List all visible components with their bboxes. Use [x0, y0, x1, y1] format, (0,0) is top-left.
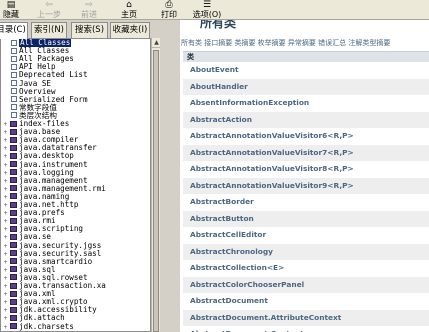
book-icon — [10, 128, 17, 135]
book-icon — [10, 225, 17, 232]
tab-favorites[interactable]: 收藏夹(I) — [110, 22, 150, 38]
class-link[interactable]: AbstractAnnotationValueVisitor9<R,P> — [183, 177, 429, 194]
class-link[interactable]: AbstractAnnotationValueVisitor8<R,P> — [183, 161, 429, 177]
class-link[interactable]: AbstractCollection<E> — [183, 260, 429, 276]
page-icon — [11, 96, 17, 103]
tree-item[interactable]: + jdk.charsets — [2, 321, 74, 332]
table-header: 类 — [183, 51, 429, 62]
book-icon — [10, 217, 17, 224]
class-link[interactable]: AbstractColorChooserPanel — [183, 276, 429, 293]
expand-icon[interactable]: + — [2, 324, 9, 332]
book-icon — [10, 282, 17, 289]
book-icon — [10, 314, 17, 321]
class-link[interactable]: AbstractDocument.Content — [183, 326, 429, 332]
tab-index[interactable]: 索引(N) — [31, 22, 67, 38]
home-icon: ⌂ — [126, 0, 132, 10]
toolbar: ▤ 隐藏 ⇦ 上一步 ⇨ 前进 ⌂ 主页 ⎙ 打印 ☰ 选项(O) — [0, 0, 429, 20]
tree-item-label: jdk.charsets — [19, 321, 74, 331]
book-icon — [10, 136, 17, 143]
options-icon: ☰ — [202, 0, 212, 10]
book-icon — [10, 242, 17, 248]
book-icon — [10, 120, 17, 127]
book-icon — [10, 250, 17, 257]
page-title: 所有类 — [200, 20, 237, 30]
hide-icon: ▤ — [6, 0, 16, 10]
options-button[interactable]: ☰ 选项(O) — [189, 0, 225, 20]
class-link[interactable]: AbstractCellEditor — [183, 227, 429, 243]
hide-button[interactable]: ▤ 隐藏 — [0, 0, 22, 20]
book-icon — [10, 185, 17, 192]
page-icon — [11, 88, 17, 95]
book-icon — [10, 298, 17, 305]
class-link[interactable]: AboutEvent — [183, 62, 429, 78]
tree-scrollbar[interactable]: ▲ — [151, 38, 161, 332]
class-link[interactable]: AbstractAction — [183, 111, 429, 128]
summary-links[interactable]: 所有类 接口摘要 类摘要 枚举摘要 异常摘要 错误汇总 注解类型摘要 — [181, 38, 429, 48]
class-link[interactable]: AbstractAnnotationValueVisitor6<R,P> — [183, 128, 429, 144]
book-icon — [10, 193, 17, 200]
page-icon — [11, 104, 17, 111]
page-icon — [11, 63, 17, 70]
pane-splitter[interactable] — [160, 20, 180, 332]
page-icon — [11, 39, 17, 46]
book-icon — [10, 161, 17, 167]
content-pane: 所有类 所有类 接口摘要 类摘要 枚举摘要 异常摘要 错误汇总 注解类型摘要 类… — [180, 20, 429, 332]
page-icon — [11, 71, 17, 78]
class-link[interactable]: AbsentInformationException — [183, 95, 429, 111]
book-icon — [10, 152, 17, 159]
tab-contents[interactable]: 目录(C) — [0, 22, 28, 39]
tab-search[interactable]: 搜索(S) — [71, 22, 108, 38]
book-icon — [10, 290, 17, 297]
back-icon: ⇦ — [45, 0, 53, 10]
book-icon — [10, 209, 17, 216]
book-icon — [10, 306, 17, 313]
back-button[interactable]: ⇦ 上一步 — [33, 0, 65, 20]
navigation-tabs: 目录(C) 索引(N) 搜索(S) 收藏夹(I) — [0, 22, 160, 39]
class-link[interactable]: AbstractChronology — [183, 243, 429, 260]
page-icon — [11, 112, 17, 119]
book-icon — [10, 144, 17, 151]
book-icon — [10, 233, 17, 240]
page-icon — [11, 55, 17, 62]
book-icon — [10, 201, 17, 208]
contents-tree[interactable]: All Classes All Classes All Packages API He… — [0, 38, 151, 332]
forward-button[interactable]: ⇨ 前进 — [75, 0, 103, 20]
scrollbar-thumb[interactable] — [153, 50, 159, 332]
print-icon: ⎙ — [165, 0, 173, 10]
book-icon — [10, 169, 17, 176]
class-link[interactable]: AbstractAnnotationValueVisitor7<R,P> — [183, 144, 429, 161]
book-icon — [10, 266, 17, 273]
page-icon — [11, 80, 17, 86]
forward-icon: ⇨ — [85, 0, 93, 10]
page-icon — [11, 47, 17, 54]
class-link[interactable]: AbstractDocument.AttributeContext — [183, 309, 429, 326]
class-link[interactable]: AbstractButton — [183, 210, 429, 227]
book-icon — [10, 177, 17, 184]
book-icon — [10, 323, 17, 329]
book-icon — [10, 274, 17, 281]
class-link[interactable]: AbstractBorder — [183, 194, 429, 210]
class-link[interactable]: AbstractDocument — [183, 293, 429, 309]
class-link[interactable]: AboutHandler — [183, 78, 429, 95]
book-icon — [10, 258, 17, 265]
home-button[interactable]: ⌂ 主页 — [116, 0, 142, 20]
print-button[interactable]: ⎙ 打印 — [157, 0, 181, 20]
